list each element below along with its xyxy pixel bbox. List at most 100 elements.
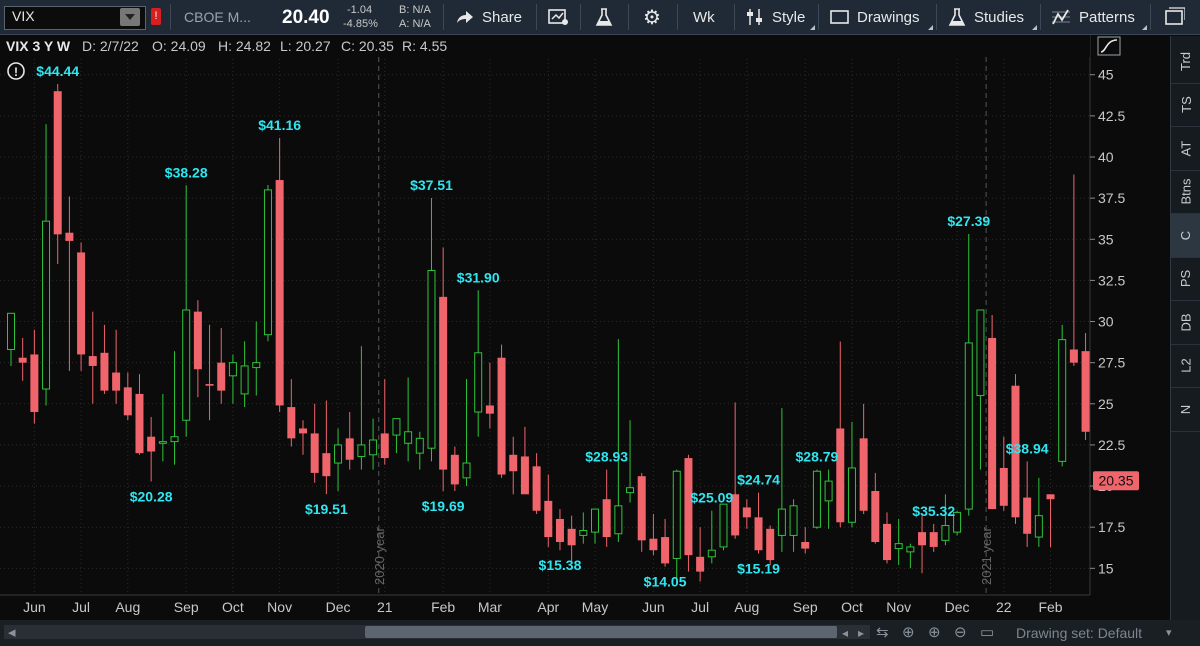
x-tick-label: Jun: [642, 599, 665, 615]
x-tick-label: Aug: [734, 599, 759, 615]
candle-body: [918, 532, 927, 546]
candle-body: [275, 180, 284, 406]
crosshair-icon[interactable]: ⊕: [902, 623, 915, 641]
tab-label: TS: [1178, 96, 1194, 114]
candle-body: [53, 91, 62, 235]
price-annotation: $14.05: [644, 574, 687, 590]
candle-body: [836, 428, 845, 523]
style-button[interactable]: Style: [745, 0, 805, 34]
tab-ps[interactable]: PS: [1171, 258, 1200, 301]
patterns-button[interactable]: Patterns: [1051, 0, 1135, 34]
header-close: C: 20.35: [341, 38, 394, 54]
y-tick-label: 35: [1098, 231, 1114, 247]
zoom-in-icon[interactable]: ⊕: [928, 623, 941, 641]
x-tick-label: 21: [377, 599, 393, 615]
candle-body: [404, 431, 413, 444]
candle-body: [112, 372, 121, 391]
y-tick-label: 42.5: [1098, 108, 1125, 124]
tab-db[interactable]: DB: [1171, 301, 1200, 345]
bid-value: B: N/A: [399, 4, 431, 16]
share-button[interactable]: Share: [454, 0, 522, 34]
header-open: O: 24.09: [152, 38, 206, 54]
candle-body: [847, 467, 856, 523]
candle-body: [555, 518, 564, 542]
tab-btns[interactable]: Btns: [1171, 171, 1200, 214]
price-annotation: $19.69: [422, 498, 465, 514]
price-annotation: $28.79: [796, 449, 839, 465]
candle-body: [345, 438, 354, 460]
chart-lab-button[interactable]: [594, 0, 614, 34]
alert-badge[interactable]: !: [151, 8, 161, 25]
zoom-out-icon[interactable]: ⊖: [954, 623, 967, 641]
candle-body: [217, 362, 226, 391]
price-chart[interactable]: 2020 year 2021 year $44.44 $38.28 $20.28 $41…: [0, 35, 1170, 620]
symbol-dropdown-button[interactable]: [120, 8, 140, 26]
tab-at[interactable]: AT: [1171, 127, 1200, 171]
x-tick-label: 22: [996, 599, 1012, 615]
candle-body: [42, 220, 51, 390]
x-tick-label: Dec: [945, 599, 970, 615]
x-tick-label: Sep: [174, 599, 199, 615]
gear-icon: ⚙: [643, 6, 661, 29]
candle-body: [252, 362, 261, 369]
candle-body: [719, 503, 728, 548]
candle-body: [427, 270, 436, 449]
tab-label: PS: [1178, 270, 1194, 288]
candle-body: [754, 517, 763, 551]
candle-body: [334, 444, 343, 464]
toolbar: VIX ! CBOE M... 20.40 -1.04 -4.85% B: N/…: [0, 0, 1200, 35]
tab-trd[interactable]: Trd: [1171, 40, 1200, 84]
candle-body: [941, 525, 950, 541]
flexible-grid-button[interactable]: [548, 0, 568, 34]
candle-body: [894, 543, 903, 550]
company-name: CBOE M...: [184, 9, 251, 25]
y-tick-label: 15: [1098, 560, 1114, 576]
candle-body: [147, 436, 156, 452]
candle-body: [228, 362, 237, 377]
tab-label: Trd: [1178, 51, 1194, 71]
candle-body: [661, 537, 670, 564]
patterns-icon: [1052, 9, 1070, 25]
x-axis[interactable]: Jun Jul Aug Sep Oct Nov Dec 21 Feb Mar Apr May Jun Ju…: [23, 599, 1063, 615]
candle-body: [497, 357, 506, 475]
tab-l2[interactable]: L2: [1171, 345, 1200, 388]
settings-button[interactable]: ⚙: [643, 0, 661, 34]
sliders-icon: [747, 9, 762, 25]
tab-c[interactable]: C: [1171, 214, 1200, 258]
info-icon-glyph: !: [14, 65, 18, 79]
aggregation-button[interactable]: Wk: [693, 0, 715, 34]
tab-ts[interactable]: TS: [1171, 84, 1200, 127]
candle-body: [123, 387, 132, 416]
x-tick-label: Nov: [267, 599, 292, 615]
candle-body: [485, 405, 494, 414]
tab-label: N: [1178, 404, 1194, 414]
price-annotation: $44.44: [36, 63, 79, 79]
price-annotation: $27.39: [947, 213, 990, 229]
drawing-set-dropdown-icon[interactable]: ▾: [1166, 626, 1172, 639]
symbol-text: VIX: [12, 8, 35, 24]
scroll-thumb[interactable]: [365, 626, 837, 638]
scroll-left-icon[interactable]: ◂: [8, 623, 16, 641]
drawing-set-label[interactable]: Drawing set: Default: [1016, 625, 1142, 641]
candle-body: [696, 556, 705, 572]
candle-body: [182, 309, 191, 421]
fit-icon[interactable]: ▭: [980, 623, 994, 641]
candle-body: [777, 508, 786, 536]
candle-body: [1023, 497, 1032, 534]
candle-body: [906, 546, 915, 553]
tab-n[interactable]: N: [1171, 388, 1200, 432]
header-range: R: 4.55: [402, 38, 447, 54]
scroll-right-small-icon[interactable]: ▸: [858, 626, 864, 640]
price-annotation: $25.09: [690, 490, 733, 506]
ask-value: A: N/A: [399, 18, 431, 30]
scroll-left-small-icon[interactable]: ◂: [842, 626, 848, 640]
header-low: L: 20.27: [280, 38, 331, 54]
candle-body: [310, 433, 319, 473]
detach-button[interactable]: [1163, 0, 1185, 34]
drag-zoom-icon[interactable]: ⇆: [876, 623, 889, 641]
studies-button[interactable]: Studies: [947, 0, 1024, 34]
x-tick-label: Nov: [886, 599, 911, 615]
drawings-button[interactable]: Drawings: [830, 0, 920, 34]
candle-body: [369, 439, 378, 456]
price-annotation: $41.16: [258, 117, 301, 133]
